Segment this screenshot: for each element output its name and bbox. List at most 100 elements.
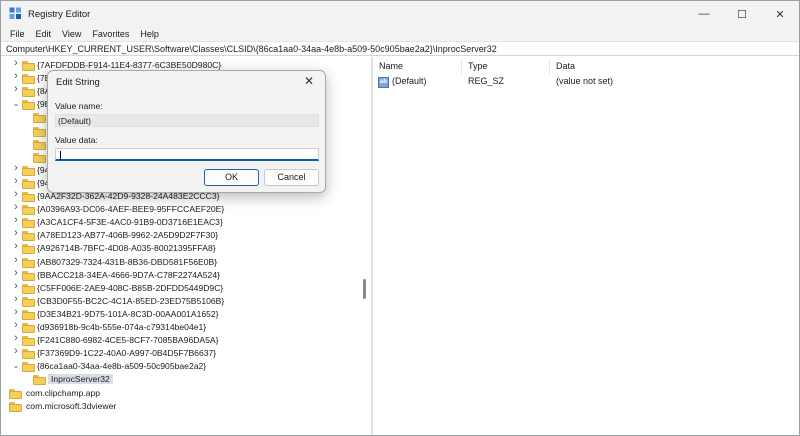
tree-item[interactable]: ⌄ {86ca1aa0-34aa-4e8b-a509-50c905bae2a2} bbox=[1, 360, 361, 373]
folder-icon bbox=[33, 126, 46, 137]
window-title: Registry Editor bbox=[28, 9, 91, 20]
folder-icon bbox=[22, 270, 35, 281]
tree-item[interactable]: › {F37369D9-1C22-40A0-A997-0B4D5F7B6637} bbox=[1, 346, 361, 360]
tree-item[interactable]: › {F241C880-6982-4CE5-8CF7-7085BA96DA5A} bbox=[1, 333, 361, 347]
chevron-right-icon[interactable]: › bbox=[12, 189, 20, 200]
tree-item-label: {7AFDFDDB-F914-11E4-8377-6C3BE50D980C} bbox=[37, 60, 222, 70]
chevron-down-icon[interactable]: ⌄ bbox=[12, 100, 20, 108]
column-separator[interactable] bbox=[461, 59, 462, 74]
chevron-down-icon[interactable]: ⌄ bbox=[12, 362, 20, 370]
tree-item[interactable]: › {A926714B-7BFC-4D08-A035-80021395FFA8} bbox=[1, 241, 361, 255]
folder-icon bbox=[9, 388, 22, 399]
chevron-right-icon[interactable]: › bbox=[12, 346, 20, 357]
chevron-right-icon[interactable]: › bbox=[12, 280, 20, 291]
column-separator[interactable] bbox=[549, 59, 550, 74]
folder-icon bbox=[22, 100, 35, 111]
value-data-input[interactable] bbox=[55, 148, 319, 161]
chevron-right-icon[interactable]: › bbox=[12, 267, 20, 278]
folder-icon bbox=[33, 113, 46, 124]
folder-icon bbox=[22, 87, 35, 98]
folder-icon bbox=[22, 165, 35, 176]
dialog-close-icon[interactable]: ✕ bbox=[297, 71, 321, 91]
folder-icon bbox=[22, 192, 35, 202]
maximize-button[interactable]: ☐ bbox=[723, 1, 761, 27]
chevron-right-icon[interactable]: › bbox=[12, 215, 20, 226]
folder-icon bbox=[33, 375, 46, 386]
value-row-name[interactable]: (Default) bbox=[392, 76, 427, 89]
folder-icon bbox=[22, 349, 35, 360]
minimize-button[interactable]: — bbox=[685, 1, 723, 27]
tree-item-label: {d936918b-9c4b-555e-074a-c79314be04e1} bbox=[37, 322, 207, 332]
folder-icon bbox=[22, 362, 35, 373]
value-name-label: Value name: bbox=[55, 101, 103, 111]
tree-item-label: {C5FF006E-2AE9-408C-B85B-2DFDD5449D9C} bbox=[37, 282, 224, 293]
tree-item-label: InprocServer32 bbox=[48, 374, 113, 385]
menu-file[interactable]: File bbox=[10, 29, 25, 39]
edit-string-dialog: Edit String ✕ Value name: (Default) Valu… bbox=[47, 70, 326, 193]
tree-item-label: {CB3D0F55-BC2C-4C1A-85ED-23ED75B5106B} bbox=[37, 295, 225, 306]
address-bar[interactable]: Computer\HKEY_CURRENT_USER\Software\Clas… bbox=[1, 41, 799, 56]
string-value-icon: ab bbox=[378, 77, 389, 88]
value-row-type[interactable]: REG_SZ bbox=[468, 76, 504, 89]
tree-item[interactable]: com.clipchamp.app bbox=[1, 387, 361, 400]
folder-icon bbox=[22, 296, 35, 307]
tree-scrollbar-thumb[interactable] bbox=[363, 279, 366, 299]
chevron-right-icon[interactable]: › bbox=[12, 162, 20, 173]
tree-item-label: {F241C880-6982-4CE5-8CF7-7085BA96DA5A} bbox=[37, 335, 219, 346]
value-name-field: (Default) bbox=[55, 114, 319, 127]
menu-edit[interactable]: Edit bbox=[36, 29, 52, 39]
column-header-type[interactable]: Type bbox=[468, 61, 488, 73]
title-bar[interactable]: Registry Editor — ☐ ✕ bbox=[1, 1, 799, 27]
chevron-right-icon[interactable]: › bbox=[12, 241, 20, 252]
folder-icon bbox=[22, 61, 35, 71]
chevron-right-icon[interactable]: › bbox=[12, 293, 20, 304]
chevron-right-icon[interactable]: › bbox=[12, 228, 20, 239]
column-header-data[interactable]: Data bbox=[556, 61, 575, 73]
tree-item[interactable]: › {CB3D0F55-BC2C-4C1A-85ED-23ED75B5106B} bbox=[1, 293, 361, 308]
column-header-name[interactable]: Name bbox=[379, 61, 403, 73]
menu-view[interactable]: View bbox=[62, 29, 81, 39]
tree-item-label: {D3E34B21-9D75-101A-8C3D-00AA001A1652} bbox=[37, 308, 219, 319]
folder-icon bbox=[22, 309, 35, 320]
close-window-button[interactable]: ✕ bbox=[761, 1, 799, 27]
value-row-data[interactable]: (value not set) bbox=[556, 76, 613, 89]
tree-item[interactable]: › {C5FF006E-2AE9-408C-B85B-2DFDD5449D9C} bbox=[1, 280, 361, 295]
tree-item-label: {A78ED123-AB77-406B-9962-2A5D9D2F7F30} bbox=[37, 230, 219, 241]
chevron-right-icon[interactable]: › bbox=[12, 254, 20, 265]
tree-item[interactable]: › {A3CA1CF4-5F3E-4AC0-91B9-0D3716E1EAC3} bbox=[1, 215, 361, 229]
menu-favorites[interactable]: Favorites bbox=[92, 29, 129, 39]
tree-item[interactable]: › {AB807329-7324-431B-8B36-DBD581F56E0B} bbox=[1, 254, 361, 269]
tree-item[interactable]: › {BBACC218-34EA-4666-9D7A-C78F2274A524} bbox=[1, 267, 361, 282]
pane-splitter[interactable] bbox=[359, 57, 369, 435]
chevron-right-icon[interactable]: › bbox=[12, 320, 20, 331]
tree-item[interactable]: › {A0396A93-DC06-4AEF-BEE9-95FFCCAEF20E} bbox=[1, 202, 361, 216]
tree-item[interactable]: com.microsoft.3dviewer bbox=[1, 400, 361, 413]
dialog-title: Edit String bbox=[56, 77, 100, 88]
cancel-button[interactable]: Cancel bbox=[264, 169, 319, 186]
tree-item[interactable]: › {d936918b-9c4b-555e-074a-c79314be04e1} bbox=[1, 320, 361, 334]
tree-item[interactable]: › {A78ED123-AB77-406B-9962-2A5D9D2F7F30} bbox=[1, 228, 361, 242]
chevron-right-icon[interactable]: › bbox=[12, 202, 20, 213]
chevron-right-icon[interactable]: › bbox=[12, 333, 20, 344]
chevron-right-icon[interactable]: › bbox=[12, 84, 20, 95]
tree-item-label: {F37369D9-1C22-40A0-A997-0B4D5F7B6637} bbox=[37, 348, 217, 359]
tree-item[interactable]: › {D3E34B21-9D75-101A-8C3D-00AA001A1652} bbox=[1, 306, 361, 321]
value-data-label: Value data: bbox=[55, 135, 98, 145]
tree-item-label: com.clipchamp.app bbox=[26, 387, 101, 398]
registry-editor-window: Registry Editor — ☐ ✕ File Edit View Fav… bbox=[0, 0, 800, 436]
tree-item-label: {A0396A93-DC06-4AEF-BEE9-95FFCCAEF20E} bbox=[37, 204, 225, 215]
chevron-right-icon[interactable]: › bbox=[12, 58, 20, 69]
registry-editor-app-icon bbox=[9, 7, 21, 19]
folder-icon bbox=[22, 244, 35, 255]
menu-help[interactable]: Help bbox=[140, 29, 159, 39]
chevron-right-icon[interactable]: › bbox=[12, 175, 20, 186]
folder-icon bbox=[22, 257, 35, 268]
chevron-right-icon[interactable]: › bbox=[12, 306, 20, 317]
values-list-pane[interactable]: Name Type Data ab (Default) REG_SZ (valu… bbox=[373, 57, 799, 435]
tree-item-label: {AB807329-7324-431B-8B36-DBD581F56E0B} bbox=[37, 256, 218, 267]
chevron-right-icon[interactable]: › bbox=[12, 71, 20, 82]
ok-button[interactable]: OK bbox=[204, 169, 259, 186]
folder-icon bbox=[22, 74, 35, 85]
tree-item-label: {A3CA1CF4-5F3E-4AC0-91B9-0D3716E1EAC3} bbox=[37, 217, 223, 228]
tree-item[interactable]: InprocServer32 bbox=[1, 373, 361, 386]
